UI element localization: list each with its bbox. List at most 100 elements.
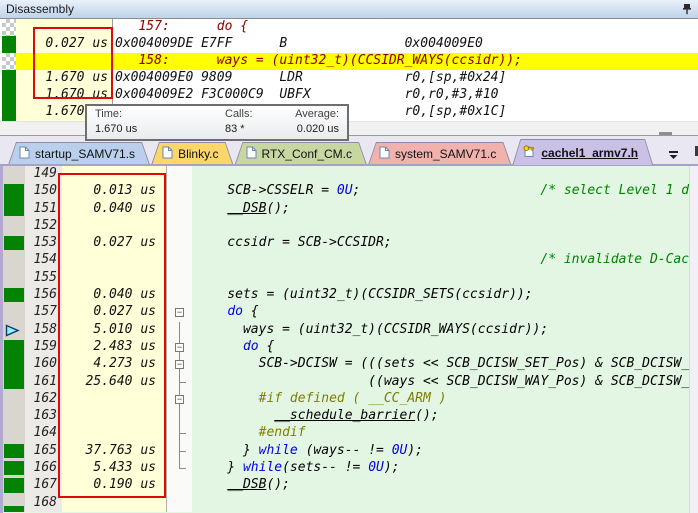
code-segment: [196, 477, 227, 492]
no-code-marker: [2, 19, 16, 36]
editor-vscrollbar[interactable]: [689, 166, 698, 513]
disassembly-current-line[interactable]: 158: ways = (uint32_t)(CCSIDR_WAYS(ccsid…: [0, 53, 698, 70]
line-number: 149: [25, 166, 62, 183]
tab-face: RTX_Conf_CM.c: [236, 143, 366, 165]
code-segment: ccsidr = SCB->CCSIDR;: [196, 235, 392, 250]
coverage-margin-cell: [3, 322, 25, 339]
editor-line[interactable]: 16125.640 us ((ways << SCB_DCISW_WAY_Pos…: [3, 374, 690, 391]
coverage-block: [4, 374, 24, 389]
instruction-text: 0x004009DE E7FF B 0x004009E0: [113, 36, 698, 53]
editor-line[interactable]: 1560.040 us sets = (uint32_t)(CCSIDR_SET…: [3, 287, 690, 304]
disassembly-row[interactable]: 157: do {: [0, 19, 698, 36]
editor-line[interactable]: 1500.013 us SCB->CSSELR = 0U; /* select …: [3, 183, 690, 200]
tab-list-dropdown-icon[interactable]: [669, 147, 678, 156]
fold-collapse-icon[interactable]: −: [166, 304, 192, 321]
line-number: 155: [25, 270, 62, 287]
disassembly-row[interactable]: 1.670 us0x004009E0 9809 LDR r0,[sp,#0x24…: [0, 70, 698, 87]
tab-startup-samv71-s[interactable]: startup_SAMV71.s: [8, 142, 150, 165]
code-segment: __DSB: [227, 477, 266, 492]
editor-line[interactable]: 1570.027 us− do {: [3, 304, 690, 321]
fold-margin-cell: [166, 495, 192, 512]
coverage-block: [4, 461, 24, 475]
fold-margin-cell: [166, 287, 192, 304]
editor-line[interactable]: 1665.433 us } while(sets-- != 0U);: [3, 460, 690, 477]
line-number: 153: [25, 235, 62, 252]
tab-system-samv71-c[interactable]: system_SAMV71.c: [368, 142, 511, 165]
editor-line[interactable]: 162− #if defined ( __CC_ARM ): [3, 391, 690, 408]
instruction-time: [16, 53, 113, 70]
editor-line[interactable]: 168: [3, 495, 690, 512]
code-text: ways = (uint32_t)(CCSIDR_WAYS(ccsidr));: [192, 322, 690, 339]
fold-collapse-icon[interactable]: −: [166, 356, 192, 373]
editor-line[interactable]: 1670.190 us __DSB();: [3, 477, 690, 494]
editor-line[interactable]: 163 __schedule_barrier();: [3, 408, 690, 425]
fold-margin-cell: [166, 235, 192, 252]
fold-margin-cell: [166, 408, 192, 425]
code-segment: #if defined ( __CC_ARM ): [259, 391, 447, 406]
fold-collapse-icon[interactable]: −: [166, 391, 192, 408]
line-number: 168: [25, 495, 62, 512]
code-segment: [196, 339, 243, 354]
tab-face: system_SAMV71.c: [369, 143, 510, 165]
code-text: [192, 495, 690, 512]
code-segment: [196, 304, 227, 319]
editor-line[interactable]: 155: [3, 270, 690, 287]
editor-line[interactable]: 154 /* invalidate D-Cach: [3, 252, 690, 269]
fold-minus-glyph: −: [175, 395, 184, 404]
disassembly-row[interactable]: 0.027 us0x004009DE E7FF B 0x004009E0: [0, 36, 698, 53]
execution-coverage-marker: [2, 104, 16, 121]
editor-line[interactable]: 1510.040 us __DSB();: [3, 201, 690, 218]
line-exec-time: [62, 252, 166, 269]
code-segment: do: [227, 304, 243, 319]
instruction-time: [16, 19, 113, 36]
tab-label: Blinky.c: [178, 147, 218, 161]
code-segment: 0U: [368, 460, 384, 475]
code-segment: /* select Level 1 da: [540, 183, 690, 198]
coverage-margin-cell: [3, 443, 25, 460]
fold-collapse-icon[interactable]: −: [166, 339, 192, 356]
code-segment: {: [243, 304, 259, 319]
editor-line[interactable]: 1530.027 us ccsidr = SCB->CCSIDR;: [3, 235, 690, 252]
editor-line[interactable]: 164 #endif: [3, 425, 690, 442]
line-exec-time: 0.027 us: [62, 235, 166, 252]
coverage-block: [4, 288, 24, 302]
code-segment: sets = (uint32_t)(CCSIDR_SETS(ccsidr));: [196, 287, 533, 302]
code-segment: [196, 391, 259, 406]
editor-line[interactable]: 16537.763 us } while (ways-- != 0U);: [3, 443, 690, 460]
line-number: 151: [25, 201, 62, 218]
tab-cachel1-armv7-h[interactable]: cachel1_armv7.h: [512, 139, 653, 165]
code-segment: [196, 201, 227, 216]
disassembly-row[interactable]: 1.670 us0x004009E2 F3C000C9 UBFX r0,r0,#…: [0, 87, 698, 104]
disassembly-titlebar[interactable]: Disassembly: [0, 0, 698, 19]
editor-line[interactable]: 1585.010 us ways = (uint32_t)(CCSIDR_WAY…: [3, 322, 690, 339]
editor-line[interactable]: 1604.273 us− SCB->DCISW = (((sets << SCB…: [3, 356, 690, 373]
code-text: [192, 218, 690, 235]
line-number: 163: [25, 408, 62, 425]
coverage-margin-cell: [3, 270, 25, 287]
coverage-margin-cell: [3, 304, 25, 321]
line-exec-time: 37.763 us: [62, 443, 166, 460]
profiling-tooltip: Time: Calls: Average: 1.670 us 83 * 0.02…: [85, 104, 349, 141]
line-number: 166: [25, 460, 62, 477]
code-segment: [196, 252, 540, 267]
code-segment: SCB->CSSELR =: [196, 183, 337, 198]
tab-rtx-conf-cm-c[interactable]: RTX_Conf_CM.c: [235, 142, 367, 165]
tooltip-average-label: Average:: [295, 108, 339, 122]
editor-line[interactable]: 1592.483 us− do {: [3, 339, 690, 356]
code-segment: __schedule_barrier: [274, 408, 415, 423]
line-exec-time: [62, 270, 166, 287]
line-exec-time: 0.027 us: [62, 304, 166, 321]
editor-line[interactable]: 149: [3, 166, 690, 183]
code-text: do {: [192, 304, 690, 321]
code-editor[interactable]: 1491500.013 us SCB->CSSELR = 0U; /* sele…: [0, 166, 698, 513]
code-text: sets = (uint32_t)(CCSIDR_SETS(ccsidr));: [192, 287, 690, 304]
coverage-margin-cell: [3, 218, 25, 235]
pin-icon[interactable]: [682, 3, 692, 15]
line-exec-time: 0.040 us: [62, 287, 166, 304]
fold-margin-cell: [166, 460, 192, 477]
editor-line[interactable]: 152: [3, 218, 690, 235]
tab-blinky-c[interactable]: Blinky.c: [151, 142, 233, 165]
code-segment: }: [196, 460, 243, 475]
coverage-margin-cell: [3, 460, 25, 477]
coverage-margin-cell: [3, 374, 25, 391]
